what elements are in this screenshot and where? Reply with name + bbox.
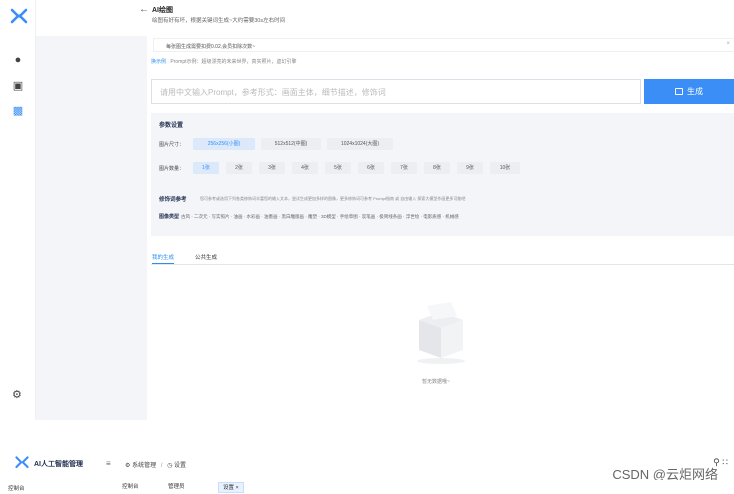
tab-public-generations[interactable]: 公共生成: [195, 253, 217, 261]
change-example-link[interactable]: 换示例: [151, 59, 166, 65]
style-item[interactable]: 浮世绘: [406, 214, 420, 219]
brand-name: AI人工智能管理: [34, 461, 83, 468]
sidebar-rail: ● ▣ ▩ ⚙: [0, 0, 36, 420]
page-header: ← AI绘图 绘图有好有坏，根据关键词生成~大约需要30s左右时间: [36, 0, 734, 36]
breadcrumb-item[interactable]: 系统管理: [132, 463, 156, 469]
size-option[interactable]: 256x256(小图): [193, 138, 255, 150]
breadcrumb-separator: /: [160, 463, 163, 469]
count-option[interactable]: 5张: [325, 162, 351, 174]
count-label: 图片数量：: [159, 166, 185, 172]
params-title: 参数设置: [159, 123, 184, 129]
gear-icon: ⚙: [125, 463, 131, 469]
chat-icon[interactable]: ▣: [12, 80, 24, 92]
tag-label: 设置: [223, 485, 235, 491]
notice-text: 每张图生成需要扣费0.02,会员扣除次数~: [166, 44, 256, 50]
generate-label: 生成: [687, 87, 703, 96]
count-option[interactable]: 7张: [391, 162, 417, 174]
count-option[interactable]: 8张: [424, 162, 450, 174]
style-item[interactable]: 雕塑: [308, 214, 317, 219]
style-item[interactable]: 古风: [181, 214, 190, 219]
main-area: ← AI绘图 绘图有好有坏，根据关键词生成~大约需要30s左右时间 每张图生成需…: [36, 0, 734, 420]
style-item[interactable]: 机械感: [445, 214, 459, 219]
generate-button[interactable]: 生成: [644, 79, 734, 104]
modifier-title: 修饰词参考: [159, 197, 187, 203]
settings-icon[interactable]: ⚙: [12, 388, 24, 401]
menu-fold-icon[interactable]: ≡: [106, 459, 111, 468]
params-panel: 参数设置 图片尺寸： 256x256(小图) 512x512(中图) 1024x…: [151, 113, 734, 236]
count-option[interactable]: 9张: [457, 162, 483, 174]
tag-bar: 控制台 控制台 管理员 设置 ×: [0, 480, 734, 494]
prompt-example-text: Prompt示例：超级漂亮的未来世界，真实照片，虚幻引擎: [170, 59, 297, 65]
style-label: 图像类型: [159, 214, 180, 220]
count-option[interactable]: 3张: [259, 162, 285, 174]
active-tab-underline: [152, 263, 174, 264]
robot-icon[interactable]: ●: [12, 54, 24, 66]
content-panel: 每张图生成需要扣费0.02,会员扣除次数~ × 换示例 Prompt示例：超级漂…: [147, 36, 734, 420]
tag-admin[interactable]: 管理员: [164, 482, 189, 493]
style-item[interactable]: 油墨画: [264, 214, 278, 219]
example-row: 换示例 Prompt示例：超级漂亮的未来世界，真实照片，虚幻引擎: [151, 58, 297, 65]
tag-settings[interactable]: 设置 ×: [218, 482, 244, 493]
result-tabs: 我的生成 公共生成: [151, 251, 734, 265]
style-item[interactable]: 二次元: [194, 214, 208, 219]
notice-bar: 每张图生成需要扣费0.02,会员扣除次数~ ×: [153, 38, 734, 52]
sidebar-item-console[interactable]: 控制台: [8, 484, 25, 492]
tab-my-generations[interactable]: 我的生成: [152, 253, 174, 261]
app-logo-icon[interactable]: [9, 7, 29, 27]
empty-state-text: 暂无数据哦~: [422, 379, 450, 385]
count-option[interactable]: 1张: [193, 162, 219, 174]
bottom-window: AI人工智能管理 ≡ ⚙ 系统管理 / ◷ 设置 ⚲ ∷ CSDN @云炬网络 …: [0, 420, 734, 494]
breadcrumb-item: 设置: [174, 463, 187, 469]
empty-box-illustration: [417, 302, 465, 364]
style-item[interactable]: 手绘草图: [340, 214, 358, 219]
close-icon[interactable]: ×: [726, 41, 730, 47]
style-item[interactable]: 水彩画: [247, 214, 261, 219]
size-label: 图片尺寸：: [159, 142, 185, 148]
style-item[interactable]: 炭笔画: [362, 214, 376, 219]
image-icon[interactable]: ▩: [12, 105, 24, 117]
size-option[interactable]: 1024x1024(大图): [327, 138, 393, 150]
modifier-description: 您可参考或选用下列各类修饰词丰富您的输入文本，尝试生成更加多样的图像，更多修饰词…: [200, 196, 466, 201]
style-item[interactable]: 3D模型: [321, 214, 336, 219]
count-option[interactable]: 2张: [226, 162, 252, 174]
page-subtitle: 绘图有好有坏，根据关键词生成~大约需要30s左右时间: [152, 18, 286, 24]
style-item[interactable]: 黑白雕版画: [282, 214, 305, 219]
style-item[interactable]: 电影质感: [423, 214, 441, 219]
page-title: AI绘图: [152, 7, 173, 14]
size-option[interactable]: 512x512(中图): [261, 138, 321, 150]
count-option[interactable]: 6张: [358, 162, 384, 174]
style-item[interactable]: 写实照片: [212, 214, 230, 219]
count-option[interactable]: 4张: [292, 162, 318, 174]
prompt-input[interactable]: 请用中文输入Prompt，参考形式：画面主体，细节描述，修饰词: [151, 79, 641, 104]
brand-logo-icon: [15, 456, 29, 469]
style-item[interactable]: 极简线条画: [379, 214, 402, 219]
style-item[interactable]: 油画: [234, 214, 243, 219]
image-icon: [675, 88, 683, 95]
back-arrow-icon[interactable]: ←: [139, 4, 149, 15]
count-option[interactable]: 10张: [490, 162, 520, 174]
grid-icon[interactable]: ∷: [722, 457, 728, 467]
tag-console[interactable]: 控制台: [118, 482, 143, 493]
style-list: 古风 · 二次元 · 写实照片 · 油画 · 水彩画 · 油墨画 · 黑白雕版画…: [181, 214, 459, 219]
breadcrumb: ⚙ 系统管理 / ◷ 设置: [125, 460, 186, 469]
close-icon[interactable]: ×: [236, 485, 239, 491]
clock-icon: ◷: [167, 463, 173, 469]
